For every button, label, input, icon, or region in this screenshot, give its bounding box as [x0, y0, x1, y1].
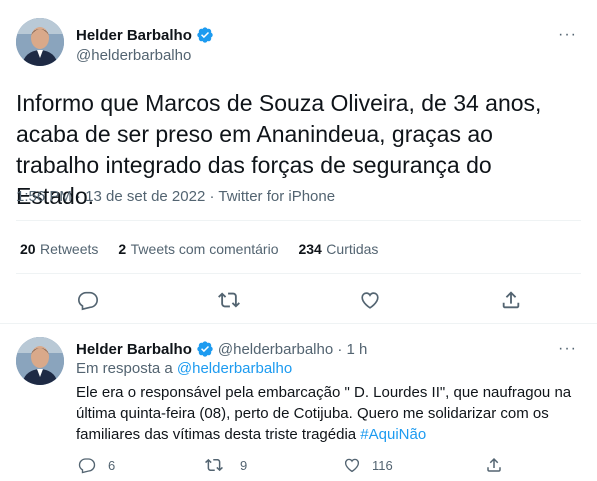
tweet-meta[interactable]: 1:56 PM · 13 de set de 2022 · Twitter fo… [16, 188, 335, 205]
replying-to-link[interactable]: @helderbarbalho [177, 360, 292, 377]
replying-to-label: Em resposta a [76, 360, 173, 377]
verified-badge-icon [196, 26, 214, 44]
divider [16, 273, 581, 274]
likes-count: 234 [298, 241, 322, 257]
author-avatar[interactable] [16, 18, 64, 66]
verified-badge-icon [196, 340, 214, 358]
reply-text-block: Ele era o responsável pela embarcação " … [76, 382, 581, 445]
quotes-count: 2 [118, 241, 127, 257]
reply-action-like[interactable]: 116 [343, 456, 393, 474]
replying-to: Em resposta a @helderbarbalho [76, 360, 292, 377]
quotes-stat[interactable]: 2 Tweets com comentário [118, 241, 278, 259]
divider [16, 220, 581, 221]
reply-handle-time[interactable]: @helderbarbalho · 1 h [218, 341, 368, 358]
likes-stat[interactable]: 234 Curtidas [298, 241, 378, 259]
share-icon[interactable] [500, 289, 522, 311]
like-icon[interactable] [359, 289, 381, 311]
more-icon[interactable]: ··· [558, 340, 577, 358]
reply-author-avatar[interactable] [16, 337, 64, 385]
retweets-count: 20 [20, 241, 36, 257]
author-name[interactable]: Helder Barbalho [76, 27, 192, 44]
reply-author-name[interactable]: Helder Barbalho [76, 341, 192, 358]
reply-text: Ele era o responsável pela embarcação " … [76, 384, 572, 443]
likes-label: Curtidas [326, 241, 379, 257]
reply-icon[interactable] [77, 289, 99, 311]
stats-row: 20 Retweets 2 Tweets com comentário 234 … [20, 241, 378, 259]
retweets-label: Retweets [40, 241, 99, 257]
reply-icon [78, 456, 96, 474]
reply-action-reply[interactable]: 6 [78, 456, 115, 474]
retweet-icon[interactable] [218, 289, 240, 311]
author-name-row: Helder Barbalho [76, 25, 214, 45]
hashtag-link[interactable]: #AquiNão [360, 426, 426, 443]
like-icon [343, 456, 361, 474]
share-icon[interactable] [485, 456, 503, 474]
retweets-stat[interactable]: 20 Retweets [20, 241, 98, 259]
retweet-icon [205, 456, 223, 474]
like-count: 116 [372, 457, 393, 473]
divider [0, 323, 597, 324]
quotes-label: Tweets com comentário [130, 241, 279, 257]
retweet-count: 9 [240, 457, 248, 473]
author-handle[interactable]: @helderbarbalho [76, 47, 191, 64]
reply-action-retweet[interactable]: 9 [205, 456, 247, 474]
reply-header: Helder Barbalho @helderbarbalho · 1 h [76, 339, 367, 359]
more-icon[interactable]: ··· [558, 26, 577, 44]
reply-count: 6 [108, 457, 116, 473]
